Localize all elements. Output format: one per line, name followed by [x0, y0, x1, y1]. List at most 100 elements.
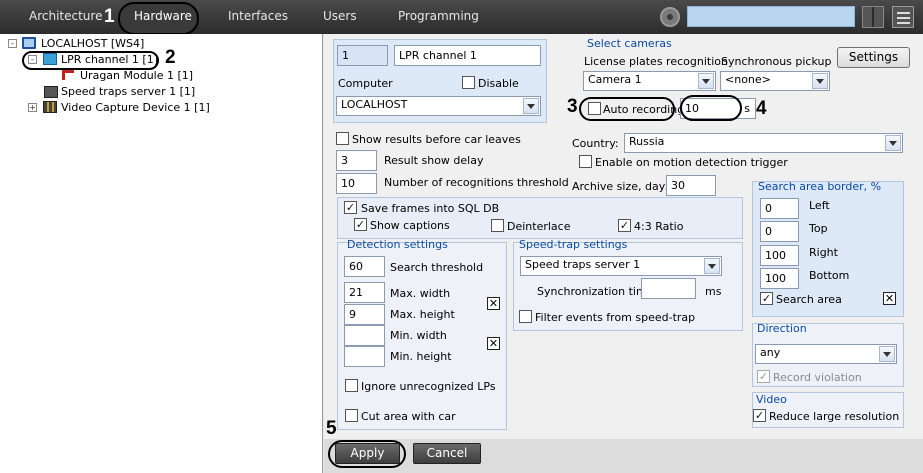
select-min-size-icon[interactable]: ✕: [487, 337, 500, 350]
chevron-down-icon: [704, 258, 720, 274]
uragan-module-icon: [62, 70, 74, 80]
speed-trap-icon: [44, 86, 58, 98]
min-height-field[interactable]: [344, 346, 385, 367]
deinterlace-label: Deinterlace: [507, 220, 571, 233]
ignore-unrecognized-label: Ignore unrecognized LPs: [361, 380, 496, 393]
max-height-field[interactable]: 9: [344, 304, 385, 325]
save-frames-label: Save frames into SQL DB: [361, 202, 500, 215]
tab-users[interactable]: Users: [323, 9, 357, 23]
search-input[interactable]: [687, 6, 855, 27]
video-title: Video: [756, 393, 787, 406]
top-navigation-bar: Architecture Hardware Interfaces Users P…: [0, 0, 923, 35]
sync-time-field[interactable]: [641, 278, 696, 299]
settings-button[interactable]: Settings: [837, 47, 910, 68]
filter-speed-trap-checkbox[interactable]: [519, 310, 532, 323]
reduce-resolution-label: Reduce large resolution: [769, 410, 900, 423]
right-border-field[interactable]: 100: [760, 245, 799, 266]
apply-button[interactable]: Apply: [335, 443, 400, 464]
disable-checkbox[interactable]: [462, 76, 475, 89]
callout-number-4: 4: [756, 98, 767, 119]
callout-number-3: 3: [567, 96, 578, 117]
tree-node-uragan-module[interactable]: Uragan Module 1 [1]: [80, 69, 193, 82]
sync-pickup-select[interactable]: <none>: [720, 71, 830, 91]
select-search-area-icon[interactable]: ✕: [883, 292, 896, 305]
channel-name-field[interactable]: LPR channel 1: [394, 45, 541, 66]
left-border-field[interactable]: 0: [760, 198, 799, 219]
tab-programming[interactable]: Programming: [398, 9, 479, 23]
motion-trigger-checkbox[interactable]: [579, 155, 592, 168]
tab-interfaces[interactable]: Interfaces: [228, 9, 288, 23]
plate-camera-select[interactable]: Camera 1: [583, 71, 716, 91]
record-violation-label: Record violation: [773, 371, 862, 384]
callout-number-1: 1: [104, 6, 115, 27]
callout-ring-lpr-channel: [22, 51, 159, 70]
chevron-down-icon: [879, 346, 895, 362]
max-width-label: Max. width: [390, 287, 451, 300]
sync-pickup-value: <none>: [725, 73, 771, 86]
search-threshold-field[interactable]: 60: [344, 256, 385, 277]
select-cameras-title: Select cameras: [587, 37, 672, 50]
tab-architecture[interactable]: Architecture: [29, 9, 102, 23]
archive-size-field[interactable]: 30: [666, 175, 716, 196]
collapse-icon[interactable]: -: [8, 39, 17, 48]
record-violation-checkbox: ✓: [757, 370, 770, 383]
result-delay-field[interactable]: 3: [336, 150, 377, 171]
computer-select-value: LOCALHOST: [341, 98, 408, 111]
chevron-down-icon: [812, 73, 828, 89]
direction-select[interactable]: any: [755, 344, 897, 364]
filter-speed-trap-label: Filter events from speed-trap: [535, 311, 696, 324]
bottom-border-label: Bottom: [809, 269, 850, 282]
tab-hardware[interactable]: Hardware: [134, 9, 192, 23]
cut-area-checkbox[interactable]: [345, 409, 358, 422]
video-capture-icon: [43, 101, 57, 113]
search-area-title: Search area border, %: [758, 180, 882, 193]
computer-select[interactable]: LOCALHOST: [336, 96, 541, 116]
show-results-checkbox[interactable]: [336, 132, 349, 145]
chevron-down-icon: [698, 73, 714, 89]
direction-value: any: [760, 346, 781, 359]
min-width-field[interactable]: [344, 325, 385, 346]
tree-node-speed-traps-server[interactable]: Speed traps server 1 [1]: [61, 85, 195, 98]
reduce-resolution-checkbox[interactable]: ✓: [753, 409, 766, 422]
detection-settings-title: Detection settings: [347, 238, 448, 251]
show-captions-checkbox[interactable]: ✓: [354, 218, 367, 231]
sync-time-label: Synchronization time: [537, 285, 654, 298]
save-frames-checkbox[interactable]: ✓: [344, 201, 357, 214]
callout-ring-duration: [680, 95, 742, 121]
auto-recording-label: Auto recording: [603, 103, 685, 116]
ratio-checkbox[interactable]: ✓: [618, 219, 631, 232]
speed-trap-settings-title: Speed-trap settings: [519, 238, 628, 251]
min-width-label: Min. width: [390, 329, 447, 342]
max-height-label: Max. height: [390, 308, 455, 321]
recognitions-threshold-field[interactable]: 10: [336, 173, 377, 194]
expand-icon[interactable]: +: [28, 103, 37, 112]
deinterlace-checkbox[interactable]: [491, 219, 504, 232]
gear-icon[interactable]: [660, 7, 680, 27]
top-border-field[interactable]: 0: [760, 221, 799, 242]
layout-grid-icon[interactable]: [862, 6, 884, 28]
max-width-field[interactable]: 21: [344, 282, 385, 303]
country-value: Russia: [629, 135, 665, 148]
auto-recording-checkbox[interactable]: [588, 102, 601, 115]
computer-icon: [22, 37, 36, 49]
callout-number-5: 5: [326, 418, 337, 439]
seconds-unit-label: s: [744, 102, 750, 115]
ignore-unrecognized-checkbox[interactable]: [345, 379, 358, 392]
left-border-label: Left: [809, 199, 830, 212]
bottom-border-field[interactable]: 100: [760, 268, 799, 289]
search-area-checkbox[interactable]: ✓: [760, 292, 773, 305]
channel-id-field: 1: [337, 45, 388, 66]
cancel-button[interactable]: Cancel: [413, 443, 481, 464]
country-select[interactable]: Russia: [624, 133, 903, 153]
cut-area-label: Cut area with car: [361, 410, 456, 423]
search-threshold-label: Search threshold: [390, 261, 484, 274]
archive-size-label: Archive size, days:: [572, 180, 675, 193]
tree-node-localhost[interactable]: LOCALHOST [WS4]: [41, 37, 144, 50]
select-max-size-icon[interactable]: ✕: [487, 297, 500, 310]
motion-trigger-label: Enable on motion detection trigger: [595, 156, 788, 169]
speed-trap-server-select[interactable]: Speed traps server 1: [520, 256, 722, 276]
top-border-label: Top: [809, 222, 828, 235]
action-bar: Apply Cancel: [324, 439, 923, 473]
tree-node-video-capture-device[interactable]: Video Capture Device 1 [1]: [61, 101, 210, 114]
menu-icon[interactable]: [892, 6, 914, 28]
